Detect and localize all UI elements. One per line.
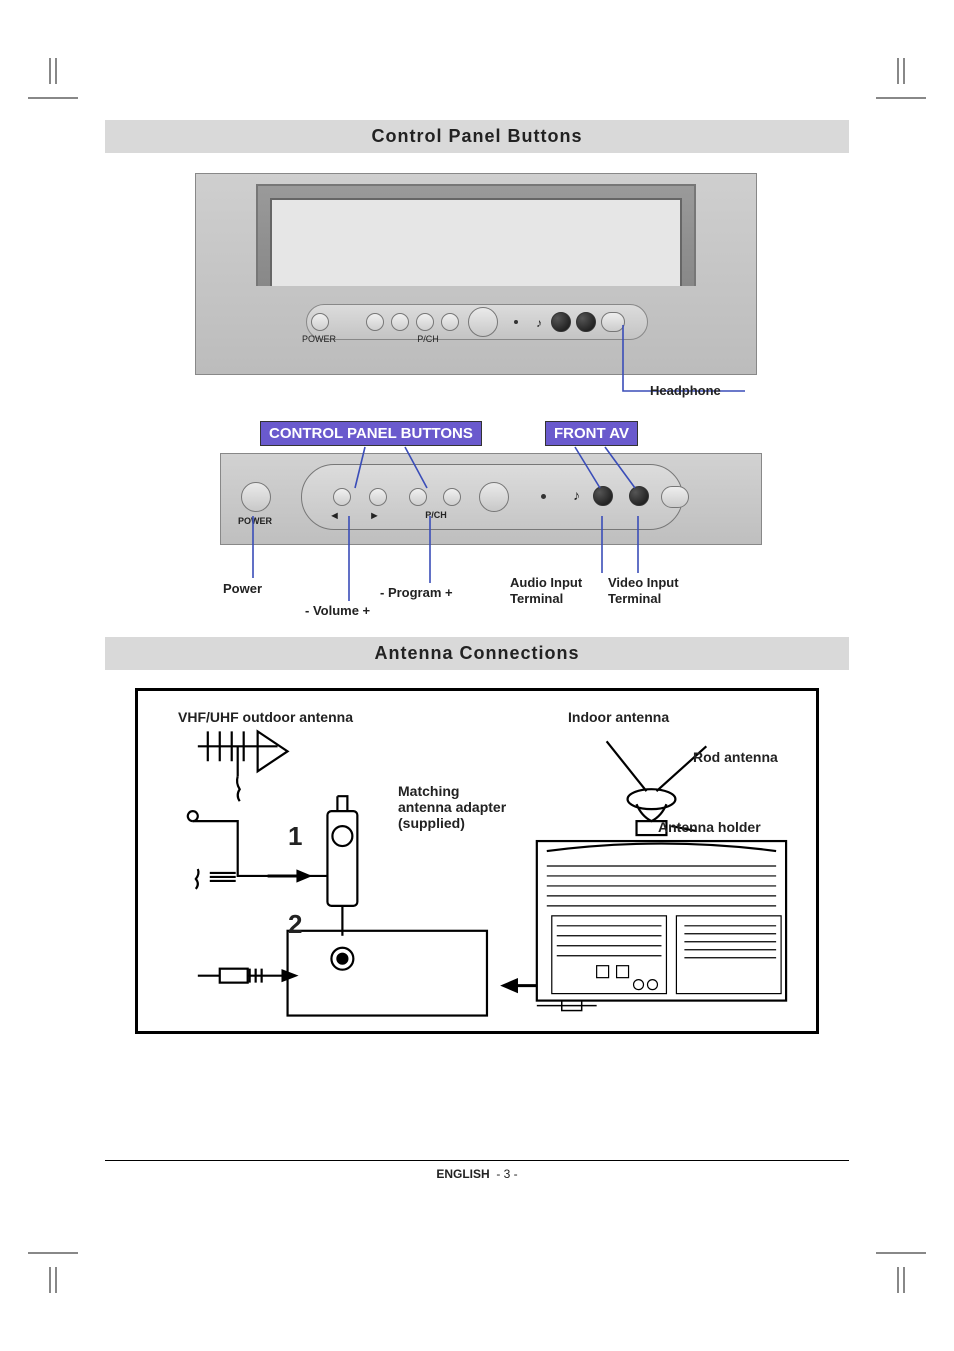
footer-page-number: - 3 - (496, 1167, 517, 1181)
antenna-step-2: 2 (288, 909, 302, 940)
crop-mark-br (876, 1243, 926, 1293)
antenna-diagram-svg (138, 691, 816, 1031)
crop-mark-tl (28, 58, 78, 108)
label-power: Power (223, 581, 262, 596)
footer-language: ENGLISH (436, 1167, 489, 1181)
label-rod-antenna: Rod antenna (693, 749, 778, 765)
page-footer: ENGLISH - 3 - (105, 1160, 849, 1181)
label-antenna-holder: Antenna holder (658, 819, 761, 835)
label-matching-adapter: Matching antenna adapter (supplied) (398, 783, 508, 831)
figure-antenna-connections: VHF/UHF outdoor antenna Indoor antenna R… (135, 688, 819, 1034)
label-program: - Program + (380, 585, 453, 600)
crop-mark-tr (876, 58, 926, 108)
label-video-input: Video Input Terminal (608, 575, 698, 606)
crop-mark-bl (28, 1243, 78, 1293)
label-indoor-antenna: Indoor antenna (568, 709, 669, 725)
label-audio-input: Audio Input Terminal (510, 575, 600, 606)
section-title-control-panel: Control Panel Buttons (105, 120, 849, 153)
label-volume: - Volume + (305, 603, 370, 618)
label-vhf-uhf: VHF/UHF outdoor antenna (178, 709, 353, 725)
section-title-antenna: Antenna Connections (105, 637, 849, 670)
figure-control-panel: POWER P/CH ♪ Headphone CONTROL PANEL BUT… (105, 153, 849, 633)
antenna-step-1: 1 (288, 821, 302, 852)
